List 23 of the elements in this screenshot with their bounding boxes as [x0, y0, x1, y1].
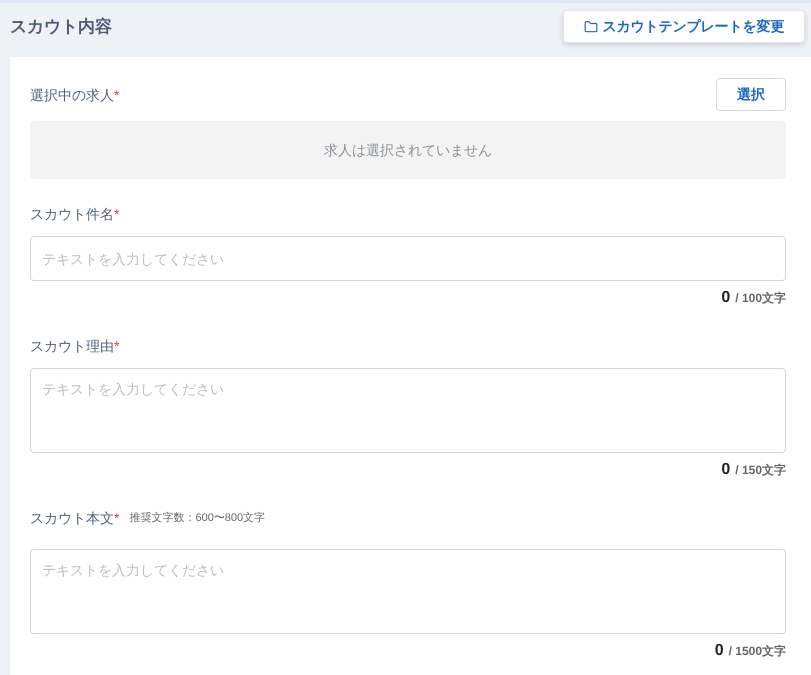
- input-field[interactable]: テキストを入力してください: [30, 236, 786, 281]
- required-mark: *: [114, 86, 120, 104]
- required-mark: *: [114, 509, 120, 528]
- field-label: スカウト本文: [30, 509, 114, 528]
- char-limit: / 150文字: [735, 462, 786, 479]
- required-mark: *: [114, 205, 120, 224]
- folder-icon: [584, 20, 598, 34]
- textarea-field[interactable]: テキストを入力してください: [30, 368, 786, 453]
- char-limit: / 1500文字: [728, 643, 786, 660]
- section-title: スカウト内容: [10, 16, 112, 38]
- char-count: 0: [714, 641, 724, 661]
- field-label: 選択中の求人: [30, 86, 114, 104]
- required-mark: *: [114, 337, 120, 356]
- char-count: 0: [721, 288, 730, 308]
- field-label: スカウト理由: [30, 337, 114, 356]
- textarea-field[interactable]: テキストを入力してください: [30, 549, 786, 634]
- field-label: スカウト件名: [30, 205, 114, 224]
- field-hint: 推奨文字数：600〜800文字: [129, 510, 266, 526]
- char-limit: / 100文字: [735, 290, 786, 307]
- change-template-button[interactable]: スカウトテンプレートを変更: [563, 10, 805, 43]
- empty-job-message: 求人は選択されていません: [324, 140, 492, 160]
- select-button[interactable]: 選択: [716, 78, 786, 111]
- char-count: 0: [721, 460, 730, 480]
